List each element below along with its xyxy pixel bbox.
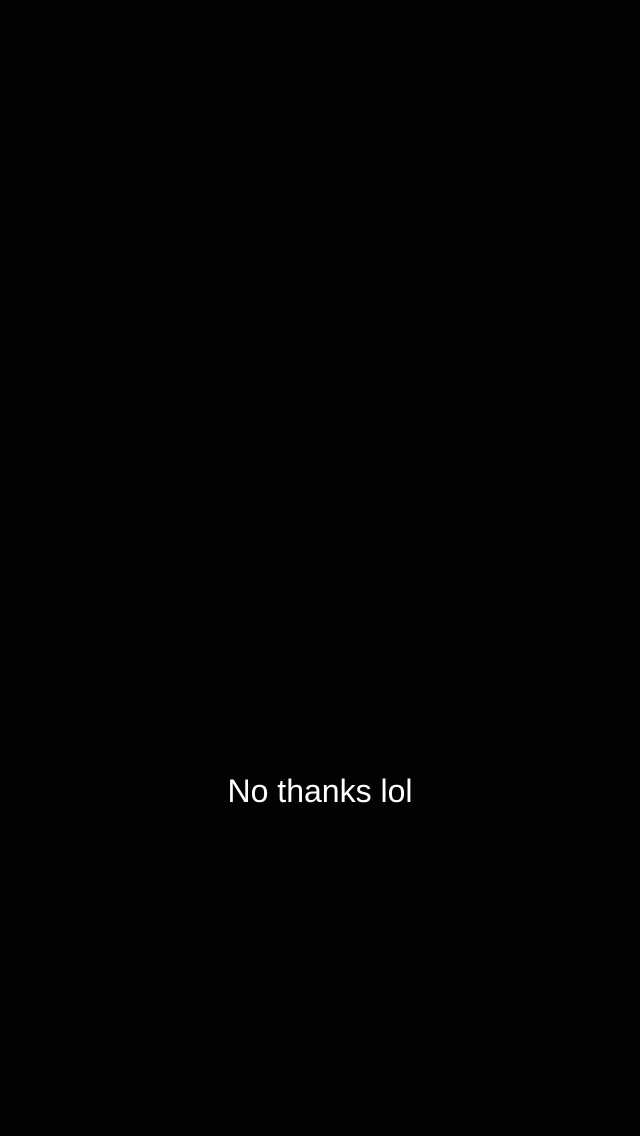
caption-text: No thanks lol [227,773,413,809]
snap-screen: No thanks lol [0,0,640,1136]
caption-bar: No thanks lol [0,760,640,822]
